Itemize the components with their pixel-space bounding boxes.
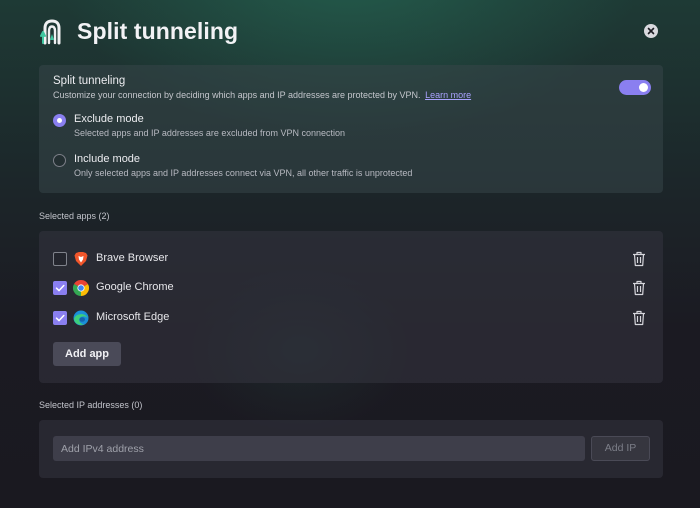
include-mode-radio[interactable] [53, 154, 66, 167]
exclude-mode-radio[interactable] [53, 114, 66, 127]
selected-ip-addresses-label: Selected IP addresses (0) [39, 400, 143, 410]
split-tunneling-title: Split tunneling [53, 75, 126, 87]
split-tunneling-description: Customize your connection by deciding wh… [53, 90, 471, 100]
selected-ip-card: Add IP [39, 420, 663, 478]
app-row-chrome: Google Chrome [53, 278, 649, 298]
edge-checkbox[interactable] [53, 311, 67, 325]
include-mode-label: Include mode [74, 153, 141, 165]
trash-icon[interactable] [632, 251, 646, 267]
selected-apps-label: Selected apps (2) [39, 211, 110, 221]
brave-checkbox[interactable] [53, 252, 67, 266]
ipv4-address-input[interactable] [53, 436, 585, 461]
add-ip-button[interactable]: Add IP [591, 436, 650, 461]
page-title: Split tunneling [77, 18, 239, 44]
google-chrome-icon [72, 279, 90, 296]
close-icon [647, 27, 655, 35]
close-button[interactable] [644, 24, 658, 38]
add-app-button[interactable]: Add app [53, 342, 121, 366]
brave-browser-icon [73, 251, 89, 267]
vpn-shield-logo-icon [38, 18, 66, 46]
app-name: Google Chrome [96, 281, 174, 293]
description-text: Customize your connection by deciding wh… [53, 90, 421, 100]
trash-icon[interactable] [632, 280, 646, 296]
selected-apps-card: Brave Browser Google Chrome Microsoft Ed… [39, 231, 663, 383]
microsoft-edge-icon [73, 310, 89, 326]
chrome-checkbox[interactable] [53, 281, 67, 295]
trash-icon[interactable] [632, 310, 646, 326]
app-row-brave: Brave Browser [53, 249, 649, 269]
split-tunneling-toggle[interactable] [619, 80, 651, 95]
exclude-mode-label: Exclude mode [74, 113, 144, 125]
app-row-edge: Microsoft Edge [53, 308, 649, 328]
exclude-mode-description: Selected apps and IP addresses are exclu… [74, 128, 345, 138]
split-tunneling-card: Split tunneling Customize your connectio… [39, 65, 663, 193]
include-mode-description: Only selected apps and IP addresses conn… [74, 168, 413, 178]
learn-more-link[interactable]: Learn more [425, 90, 471, 100]
app-name: Brave Browser [96, 252, 169, 264]
header: Split tunneling [38, 16, 700, 50]
app-name: Microsoft Edge [96, 311, 170, 323]
toggle-knob [639, 83, 648, 92]
